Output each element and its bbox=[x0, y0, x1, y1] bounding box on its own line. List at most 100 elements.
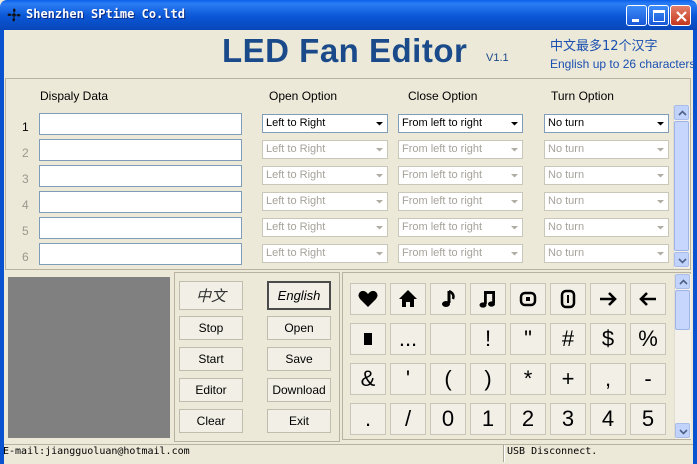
display-data-input[interactable] bbox=[39, 139, 242, 161]
display-data-input[interactable] bbox=[39, 113, 242, 135]
open-option-select[interactable]: Left to Right bbox=[262, 166, 388, 185]
fan-icon bbox=[7, 8, 21, 22]
symbols-scroll-thumb[interactable] bbox=[675, 290, 690, 330]
chevron-down-icon bbox=[678, 258, 687, 264]
open-option-value: Left to Right bbox=[266, 195, 326, 207]
turn-option-select[interactable]: No turn bbox=[544, 114, 669, 133]
english-mode-button[interactable]: English bbox=[267, 281, 331, 310]
symbol-button[interactable]: ... bbox=[390, 323, 426, 355]
close-option-select[interactable]: From left to right bbox=[398, 114, 523, 133]
dropdown-arrow-icon bbox=[376, 200, 383, 204]
dropdown-arrow-icon bbox=[657, 148, 664, 152]
save-button[interactable]: Save bbox=[267, 347, 331, 371]
turn-option-select[interactable]: No turn bbox=[544, 192, 669, 211]
editor-button[interactable]: Editor bbox=[179, 378, 243, 402]
symbol-button[interactable]: 0 bbox=[430, 403, 466, 435]
start-button[interactable]: Start bbox=[179, 347, 243, 371]
symbol-button[interactable] bbox=[470, 283, 506, 315]
symbol-button[interactable] bbox=[430, 283, 466, 315]
close-option-select[interactable]: From left to right bbox=[398, 218, 523, 237]
symbol-button[interactable] bbox=[590, 283, 626, 315]
close-button[interactable] bbox=[670, 5, 691, 26]
symbol-button[interactable]: " bbox=[510, 323, 546, 355]
symbol-button[interactable]: ' bbox=[390, 363, 426, 395]
title-bar[interactable]: Shenzhen SPtime Co.ltd bbox=[0, 0, 697, 30]
open-button[interactable]: Open bbox=[267, 316, 331, 340]
exit-button[interactable]: Exit bbox=[267, 409, 331, 433]
display-data-input[interactable] bbox=[39, 191, 242, 213]
turn-option-select[interactable]: No turn bbox=[544, 166, 669, 185]
row-number: 4 bbox=[22, 198, 29, 212]
symbols-scrollbar[interactable] bbox=[674, 274, 691, 439]
open-option-value: Left to Right bbox=[266, 143, 326, 155]
symbol-button[interactable]: 4 bbox=[590, 403, 626, 435]
display-data-input[interactable] bbox=[39, 217, 242, 239]
turn-option-select[interactable]: No turn bbox=[544, 218, 669, 237]
scroll-thumb[interactable] bbox=[674, 121, 689, 251]
open-option-select[interactable]: Left to Right bbox=[262, 192, 388, 211]
row-number: 6 bbox=[22, 250, 29, 264]
clear-button[interactable]: Clear bbox=[179, 409, 243, 433]
symbol-label: ! bbox=[484, 326, 492, 351]
open-option-select[interactable]: Left to Right bbox=[262, 244, 388, 263]
symbol-button[interactable]: - bbox=[630, 363, 666, 395]
minimize-button[interactable] bbox=[626, 5, 647, 26]
symbol-button[interactable]: * bbox=[510, 363, 546, 395]
close-option-select[interactable]: From left to right bbox=[398, 166, 523, 185]
row-number: 3 bbox=[22, 172, 29, 186]
arrow-right-icon bbox=[600, 292, 617, 306]
scroll-down-button[interactable] bbox=[674, 252, 689, 267]
symbol-button[interactable]: . bbox=[350, 403, 386, 435]
symbol-button[interactable]: + bbox=[550, 363, 586, 395]
symbol-label: 0 bbox=[441, 406, 455, 431]
status-email: E-mail:jiangguoluan@hotmail.com bbox=[3, 446, 190, 457]
dropdown-arrow-icon bbox=[657, 252, 664, 256]
open-option-select[interactable]: Left to Right bbox=[262, 114, 388, 133]
rows-scrollbar[interactable] bbox=[673, 105, 690, 268]
stop-button[interactable]: Stop bbox=[179, 316, 243, 340]
symbol-button[interactable]: % bbox=[630, 323, 666, 355]
symbols-scroll-down-button[interactable] bbox=[675, 423, 690, 438]
symbol-button[interactable]: 1 bbox=[470, 403, 506, 435]
symbol-button[interactable]: # bbox=[550, 323, 586, 355]
column-turn-option: Turn Option bbox=[551, 89, 614, 103]
dropdown-arrow-icon bbox=[511, 148, 518, 152]
symbol-label: - bbox=[644, 366, 652, 391]
symbol-button[interactable]: ) bbox=[470, 363, 506, 395]
symbol-button[interactable] bbox=[630, 283, 666, 315]
symbol-button[interactable]: $ bbox=[590, 323, 626, 355]
scroll-up-button[interactable] bbox=[674, 105, 689, 120]
close-option-select[interactable]: From left to right bbox=[398, 140, 523, 159]
turn-option-select[interactable]: No turn bbox=[544, 244, 669, 263]
turn-option-value: No turn bbox=[548, 169, 585, 181]
display-data-input[interactable] bbox=[39, 165, 242, 187]
open-option-select[interactable]: Left to Right bbox=[262, 218, 388, 237]
symbol-button[interactable] bbox=[390, 283, 426, 315]
symbol-button[interactable] bbox=[510, 283, 546, 315]
symbol-button[interactable]: 3 bbox=[550, 403, 586, 435]
symbol-button[interactable]: 2 bbox=[510, 403, 546, 435]
open-option-select[interactable]: Left to Right bbox=[262, 140, 388, 159]
minimize-icon bbox=[632, 19, 639, 22]
symbol-button[interactable] bbox=[350, 283, 386, 315]
maximize-button[interactable] bbox=[648, 5, 669, 26]
symbols-scroll-up-button[interactable] bbox=[675, 274, 690, 289]
chinese-mode-button[interactable]: 中文 bbox=[179, 281, 243, 310]
symbol-button[interactable]: 5 bbox=[630, 403, 666, 435]
dropdown-arrow-icon bbox=[657, 200, 664, 204]
symbol-button[interactable]: ( bbox=[430, 363, 466, 395]
turn-option-select[interactable]: No turn bbox=[544, 140, 669, 159]
download-button[interactable]: Download bbox=[267, 378, 331, 402]
close-option-select[interactable]: From left to right bbox=[398, 192, 523, 211]
close-option-select[interactable]: From left to right bbox=[398, 244, 523, 263]
symbol-button[interactable] bbox=[430, 323, 466, 355]
display-data-input[interactable] bbox=[39, 243, 242, 265]
symbol-button[interactable] bbox=[350, 323, 386, 355]
symbol-button[interactable]: ! bbox=[470, 323, 506, 355]
symbol-button[interactable]: , bbox=[590, 363, 626, 395]
symbol-button[interactable]: & bbox=[350, 363, 386, 395]
symbol-button[interactable]: / bbox=[390, 403, 426, 435]
led-preview-area bbox=[8, 277, 170, 438]
symbol-button[interactable] bbox=[550, 283, 586, 315]
zero-glyph-icon bbox=[560, 289, 576, 309]
